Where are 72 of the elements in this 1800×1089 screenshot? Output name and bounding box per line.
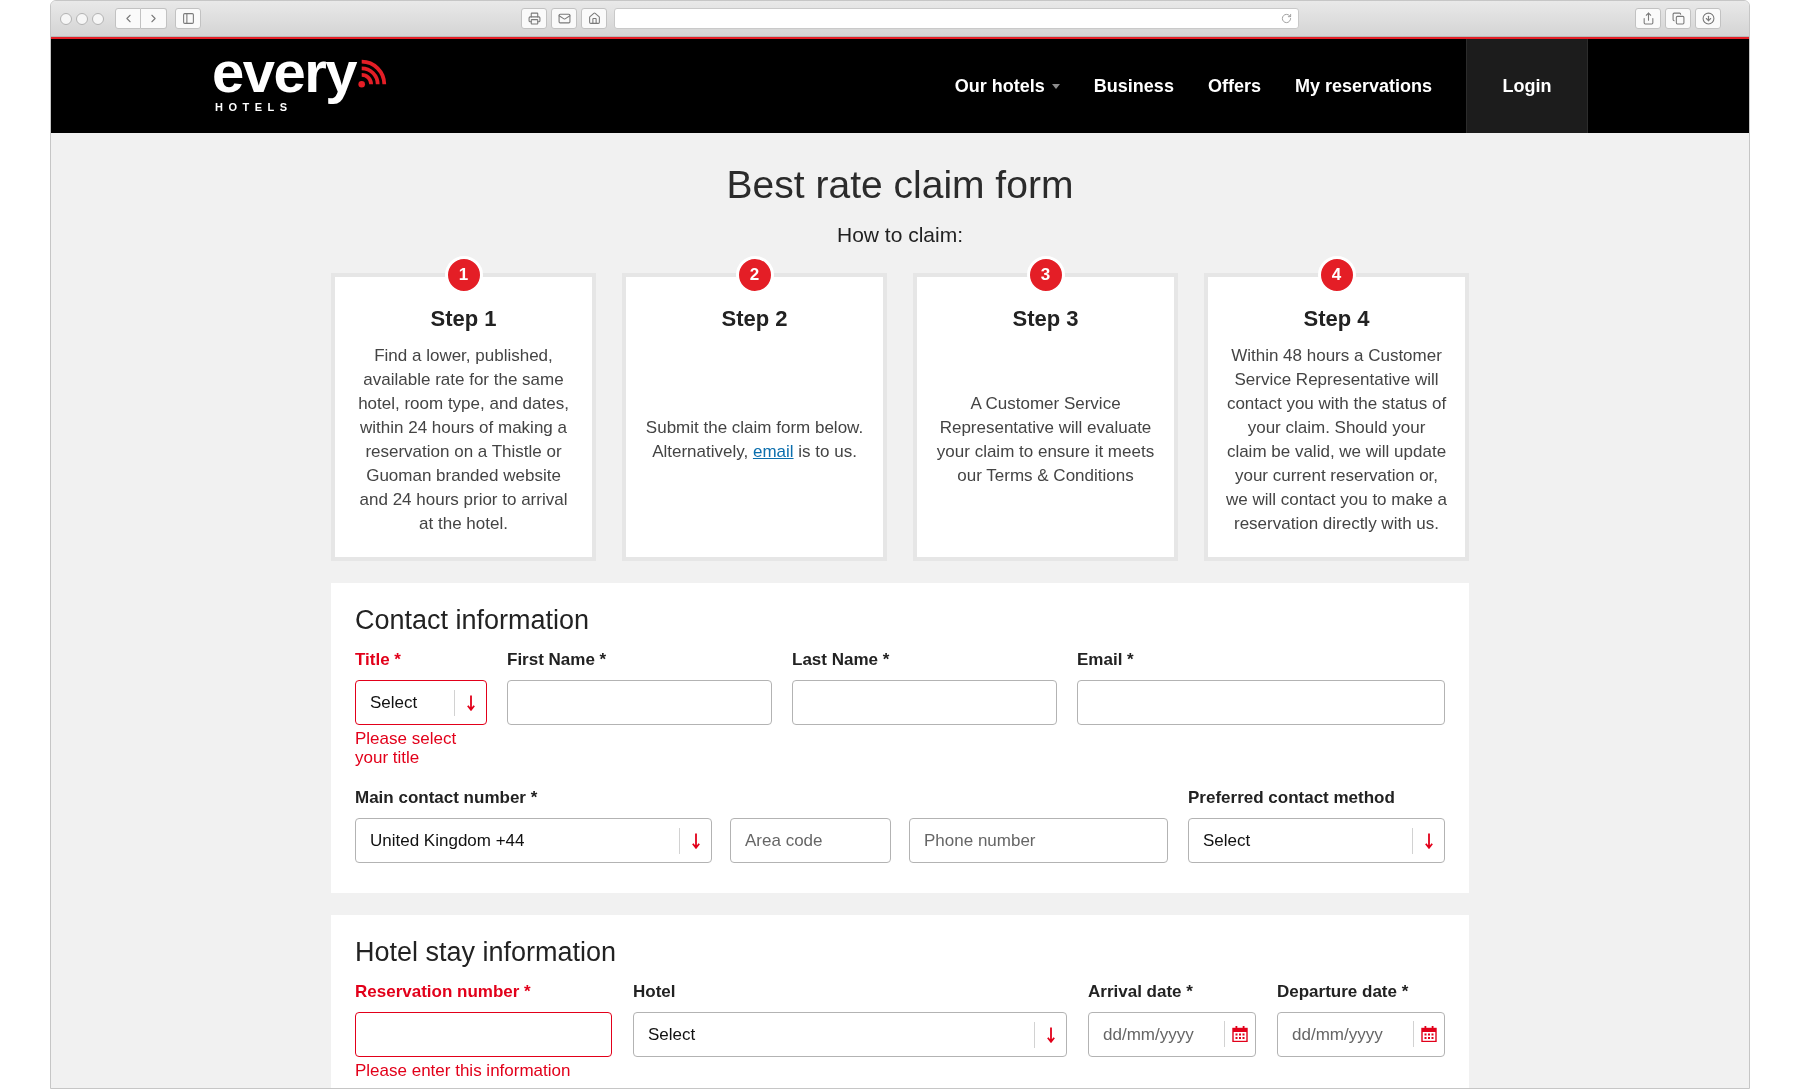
text-input[interactable]: Phone number <box>909 818 1168 863</box>
field-label: Arrival date * <box>1088 982 1194 1002</box>
step-title: Step 1 <box>430 306 497 332</box>
caret-down-icon <box>1051 83 1060 89</box>
nav-link[interactable]: My reservations <box>1294 72 1432 100</box>
field-label: Departure date * <box>1277 982 1410 1002</box>
printer-icon <box>527 12 541 25</box>
text-input[interactable] <box>1077 680 1445 725</box>
mail-button[interactable] <box>551 8 577 29</box>
login-button[interactable]: Login <box>1466 39 1588 133</box>
step-title: Step 3 <box>1012 306 1079 332</box>
step-description: Submit the claim form below. Alternatively, email is to us. <box>644 417 865 463</box>
tabs-icon <box>1671 12 1685 25</box>
address-field[interactable] <box>614 8 1299 29</box>
field-label: Title * <box>355 650 402 670</box>
download-button[interactable] <box>1695 8 1721 29</box>
text-input[interactable] <box>792 680 1057 725</box>
calendar-icon <box>1232 1026 1248 1042</box>
date-field[interactable]: dd/mm/yyyy <box>1088 1012 1256 1057</box>
select-dropdown[interactable]: Select <box>355 680 487 725</box>
arrow-down-icon <box>691 832 700 849</box>
nav-link[interactable]: Business <box>1093 72 1174 100</box>
field-label: Last Name * <box>792 650 891 670</box>
reload-icon[interactable] <box>1281 13 1292 24</box>
home-icon <box>587 12 601 25</box>
select-dropdown[interactable]: Select <box>633 1012 1067 1057</box>
date-field[interactable]: dd/mm/yyyy <box>1277 1012 1445 1057</box>
share-button[interactable] <box>1635 8 1661 29</box>
step-number: 2 <box>735 256 774 294</box>
logo-subtitle: HOTELS <box>215 101 293 113</box>
field-label: Preferred contact method <box>1188 788 1396 808</box>
share-icon <box>1641 12 1655 25</box>
step-number: 4 <box>1317 256 1356 294</box>
error-message: Please enter this information <box>355 1061 572 1080</box>
back-button[interactable] <box>115 8 141 29</box>
download-icon <box>1701 12 1715 25</box>
page-subtitle: How to claim: <box>837 222 963 247</box>
field-label: Email * <box>1077 650 1135 670</box>
step-description: Within 48 hours a Customer Service Representative will contact you with the status of your claim. Should your claim be valid, we will update your current reservation or, we will contact you to make a reservation directly with us. <box>1225 345 1448 535</box>
section-heading: Hotel stay information <box>355 936 618 968</box>
step-title: Step 2 <box>721 306 788 332</box>
text-input[interactable] <box>507 680 772 725</box>
envelope-icon <box>557 12 571 25</box>
arrow-down-icon <box>466 694 475 711</box>
page-title: Best rate claim form <box>726 162 1074 208</box>
text-input[interactable] <box>355 1012 612 1057</box>
tabs-button[interactable] <box>1665 8 1691 29</box>
select-dropdown[interactable]: Select <box>1188 818 1445 863</box>
field-label: Main contact number * <box>355 788 539 808</box>
step-number: 3 <box>1026 256 1065 294</box>
nav-link[interactable]: Offers <box>1207 72 1261 100</box>
step-description: Find a lower, published, available rate for the same hotel, room type, and dates, within 24 hours of making a reservation on a Thistle or Guoman branded website and 24 hours prior to arrival at the hotel. <box>357 345 570 535</box>
home-button[interactable] <box>581 8 607 29</box>
nav-link[interactable]: Our hotels <box>954 72 1060 100</box>
select-dropdown[interactable]: United Kingdom +44 <box>355 818 712 863</box>
arrow-down-icon <box>1046 1026 1055 1043</box>
sidebar-icon <box>181 12 195 25</box>
sidebar-button[interactable] <box>175 8 201 29</box>
section-heading: Contact information <box>355 604 591 636</box>
field-label: Hotel <box>633 982 677 1002</box>
forward-button[interactable] <box>141 8 167 29</box>
field-label: Reservation number * <box>355 982 532 1002</box>
error-message: Please select your title <box>355 729 458 767</box>
step-description: A Customer Service Representative will evaluate your claim to ensure it meets our Terms & Conditions <box>935 393 1156 487</box>
email-link[interactable]: email <box>752 442 794 461</box>
calendar-icon <box>1421 1026 1437 1042</box>
arrow-down-icon <box>1424 832 1433 849</box>
field-label: First Name * <box>507 650 608 670</box>
text-input[interactable]: Area code <box>730 818 891 863</box>
step-title: Step 4 <box>1303 306 1370 332</box>
step-number: 1 <box>444 256 483 294</box>
print-button[interactable] <box>521 8 547 29</box>
